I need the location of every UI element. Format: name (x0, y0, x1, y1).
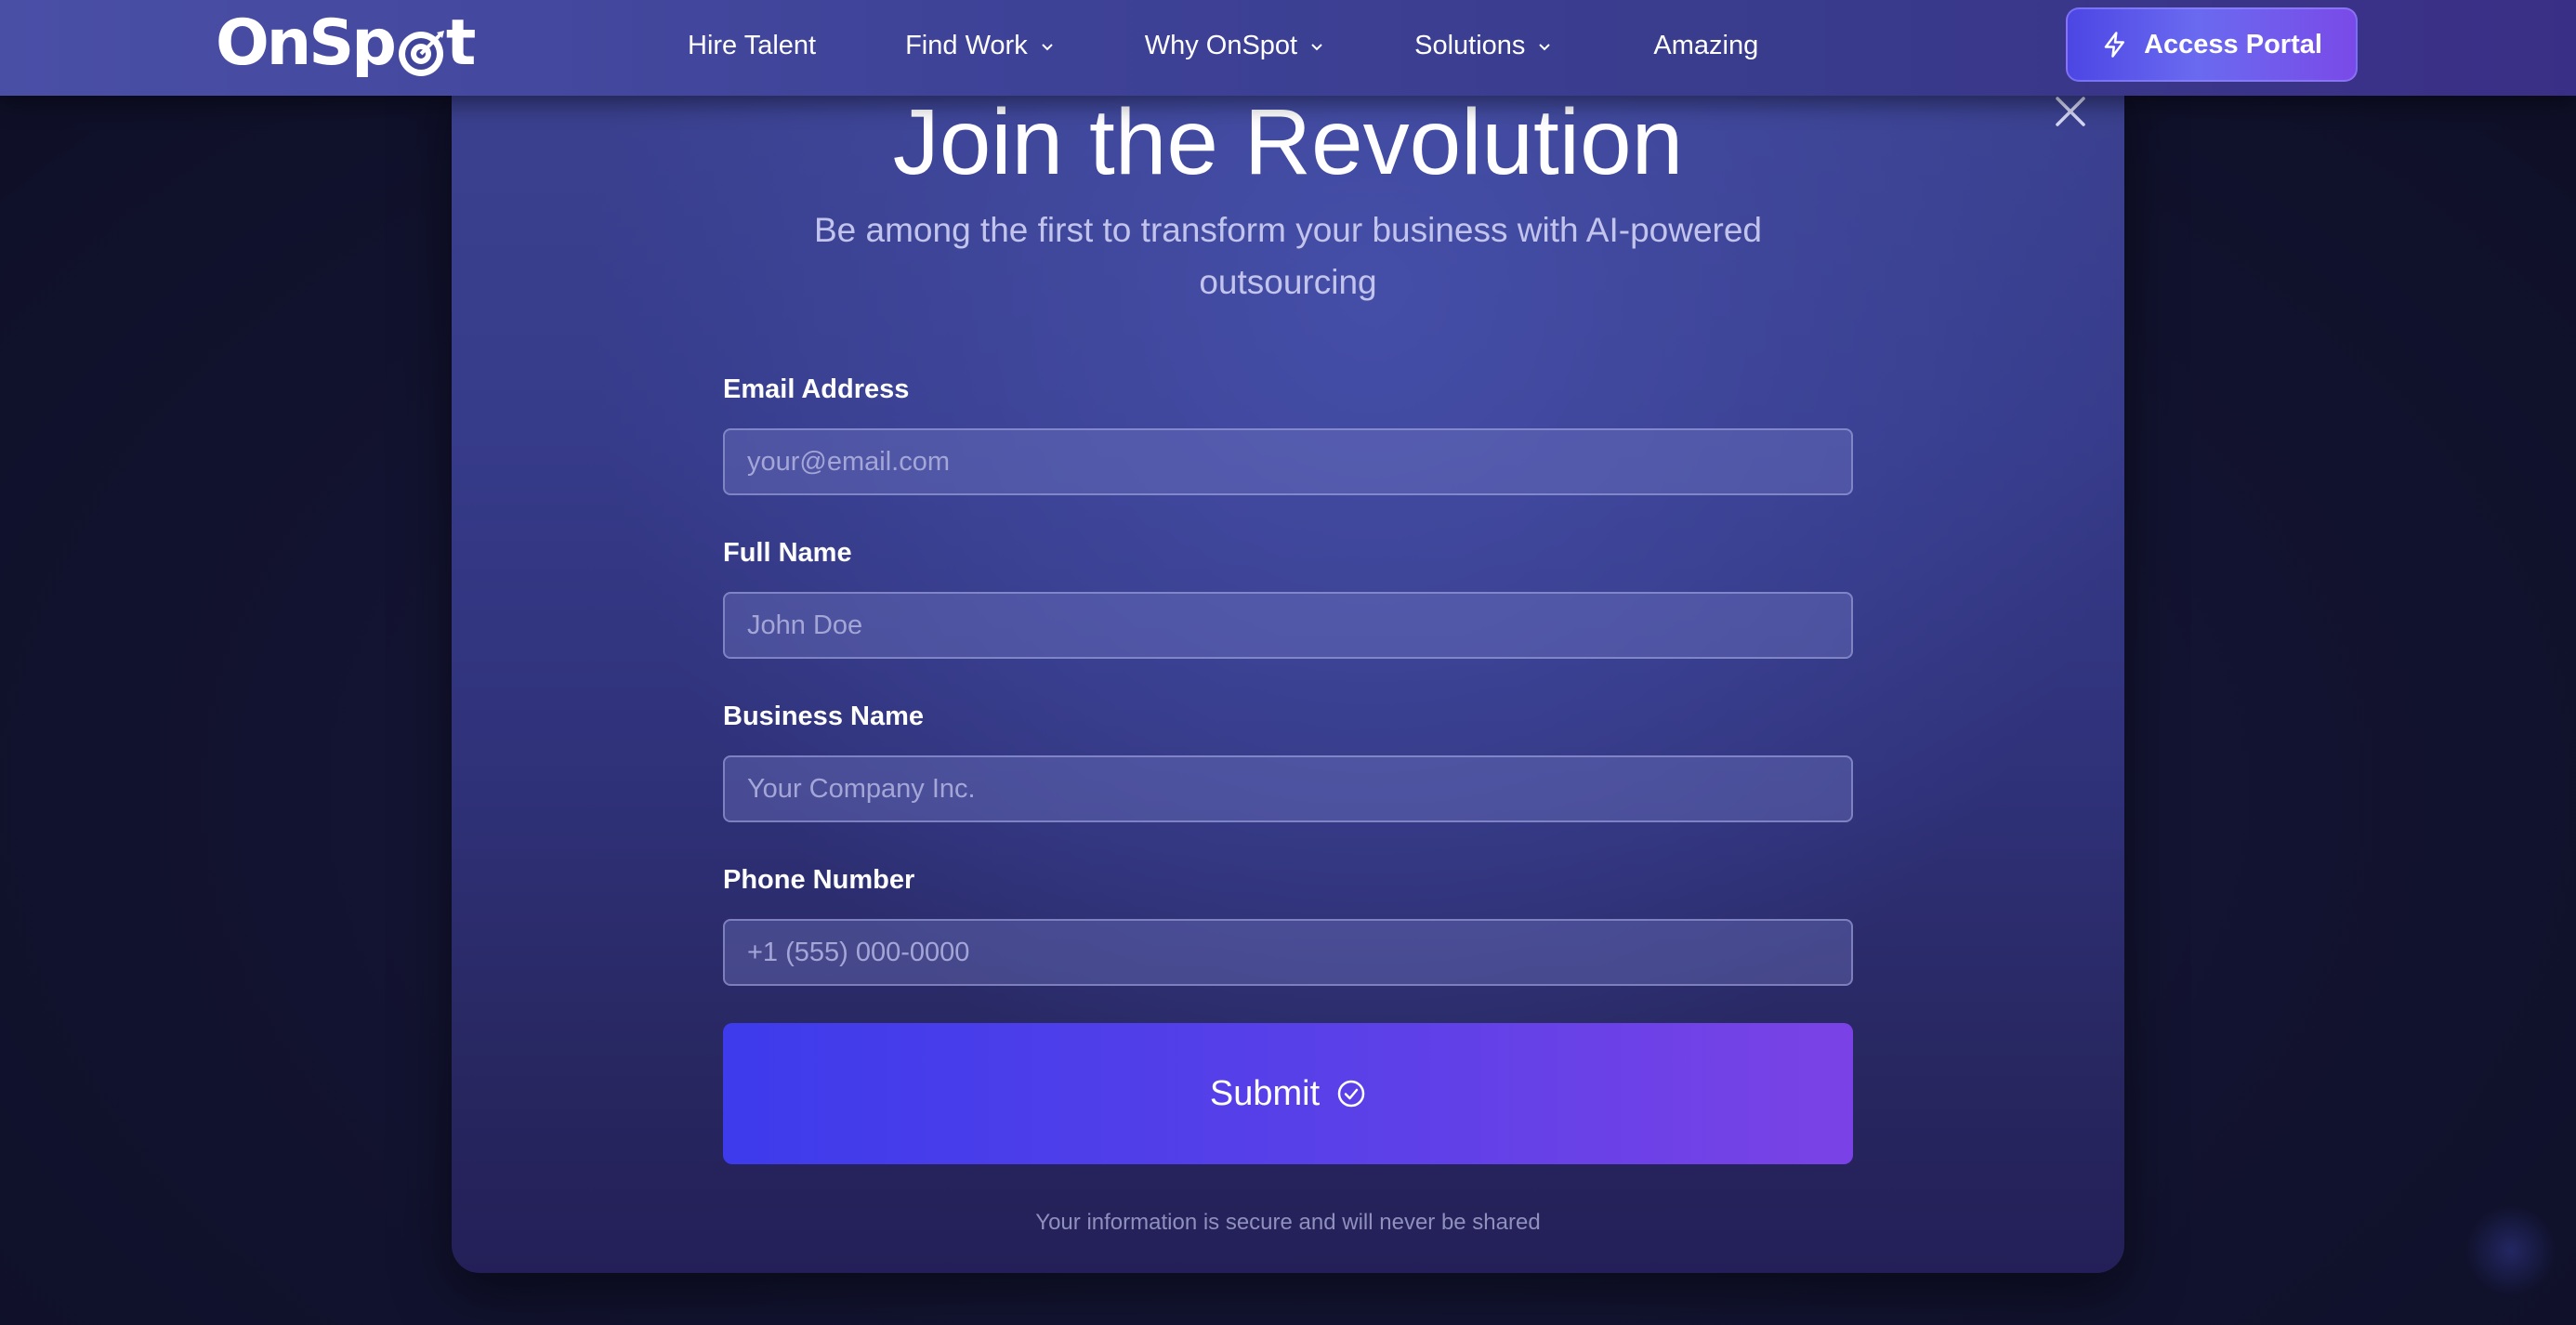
submit-label: Submit (1209, 1073, 1321, 1113)
full-name-field[interactable] (723, 592, 1853, 659)
business-name-field[interactable] (723, 755, 1853, 822)
lightning-icon (2104, 32, 2125, 58)
modal-subtitle: Be among the first to transform your bus… (813, 211, 1763, 301)
check-circle-icon (1337, 1080, 1365, 1108)
access-portal-label: Access Portal (2144, 29, 2322, 59)
nav-item-label: Amazing (1653, 30, 1759, 60)
business-name-label: Business Name (723, 702, 924, 731)
logo[interactable]: On Sp t (216, 6, 476, 80)
nav-item-label: Find Work (905, 30, 1028, 60)
nav-item-label: Solutions (1414, 30, 1526, 60)
nav-item-why-onspot[interactable]: Why OnSpot (1145, 31, 1325, 61)
chevron-down-icon (1311, 44, 1322, 51)
secure-note: Your information is secure and will neve… (1035, 1210, 1541, 1235)
signup-modal: Join the Revolution Be among the first t… (452, 74, 2124, 1273)
email-label: Email Address (723, 374, 910, 404)
target-logo-icon (396, 21, 446, 76)
access-portal-button[interactable]: Access Portal (2066, 7, 2358, 82)
chevron-down-icon (1041, 44, 1053, 51)
modal-title: Join the Revolution (892, 90, 1684, 194)
page: AI Revolution OnSp t Hire Talent (0, 0, 2576, 1325)
nav-item-label: Why OnSpot (1144, 30, 1298, 60)
navbar: On Sp t Hire Talent Find Work Why OnSpot… (0, 0, 2576, 96)
full-name-label: Full Name (723, 538, 852, 568)
corner-glow (2464, 1204, 2557, 1297)
submit-button[interactable]: Submit (723, 1023, 1853, 1164)
nav-item-label: Hire Talent (688, 30, 817, 60)
email-field[interactable] (723, 428, 1853, 495)
nav-item-amazing[interactable]: Amazing (1653, 31, 1758, 61)
main-nav: Hire Talent Find Work Why OnSpot Solutio… (688, 0, 1758, 91)
nav-item-find-work[interactable]: Find Work (905, 31, 1056, 61)
nav-item-solutions[interactable]: Solutions (1414, 31, 1553, 61)
phone-number-field[interactable] (723, 919, 1853, 986)
phone-number-label: Phone Number (723, 865, 915, 895)
nav-item-hire-talent[interactable]: Hire Talent (688, 31, 816, 61)
chevron-down-icon (1539, 44, 1551, 51)
